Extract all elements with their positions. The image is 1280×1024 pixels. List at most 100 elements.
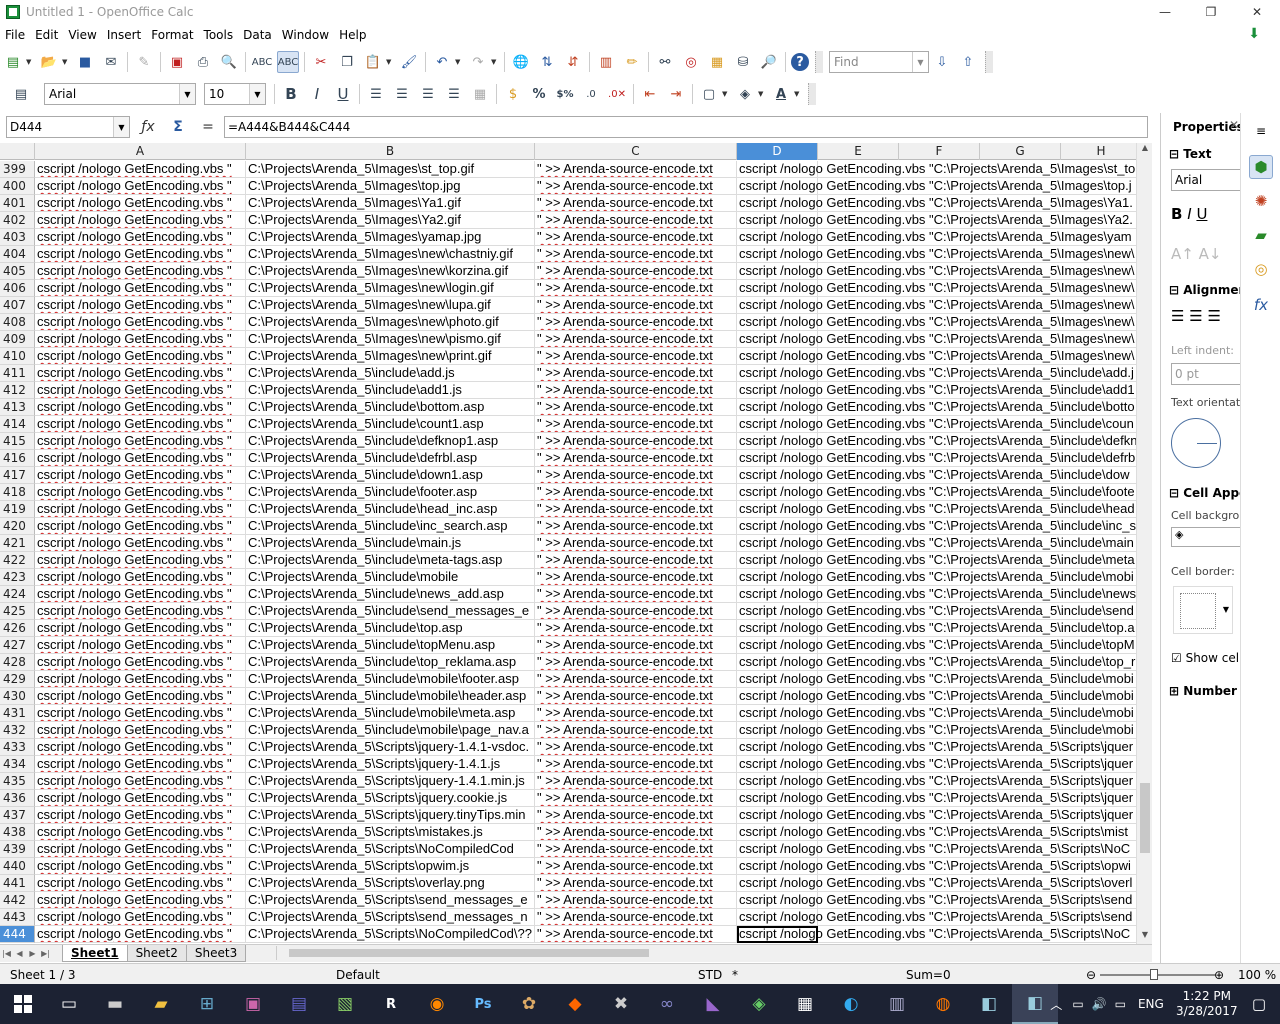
font-name-select[interactable]: Arial ▼ [44, 83, 196, 105]
navigator-icon[interactable]: ◎ [680, 51, 702, 73]
cell-b[interactable]: C:\Projects\Arenda_5\Images\new\chastniy… [246, 246, 535, 263]
cell-d[interactable]: cscript /nologo GetEncoding.vbs "C:\Proj… [737, 518, 1136, 535]
cell-b[interactable]: C:\Projects\Arenda_5\include\add1.js [246, 382, 535, 399]
cell-d[interactable]: cscript /nologo GetEncoding.vbs "C:\Proj… [737, 620, 1135, 637]
row-header[interactable]: 417 [0, 467, 35, 484]
row-header[interactable]: 437 [0, 807, 35, 824]
cell-b[interactable]: C:\Projects\Arenda_5\Scripts\jquery.cook… [246, 790, 535, 807]
link-app-icon[interactable]: ∞ [644, 984, 690, 1024]
cell-b[interactable]: C:\Projects\Arenda_5\Scripts\jquery.tiny… [246, 807, 535, 824]
column-header-a[interactable]: A [35, 143, 246, 160]
cell-b[interactable]: C:\Projects\Arenda_5\include\add.js [246, 365, 535, 382]
new-document-icon[interactable]: ▤ [2, 51, 24, 73]
row-header[interactable]: 439 [0, 841, 35, 858]
sidebar-align-left-icon[interactable]: ☰ [1171, 307, 1184, 325]
cell-a[interactable]: cscript /nologo GetEncoding.vbs " [35, 314, 246, 331]
redo-icon[interactable]: ↷ [467, 51, 489, 73]
column-header-c[interactable]: C [535, 143, 737, 160]
zoom-icon[interactable]: 🔎 [758, 51, 780, 73]
network-app-icon[interactable]: ◐ [828, 984, 874, 1024]
column-header-h[interactable]: H [1061, 143, 1136, 160]
cell-b[interactable]: C:\Projects\Arenda_5\Scripts\send_messag… [246, 909, 535, 926]
cell-b[interactable]: C:\Projects\Arenda_5\include\defknop1.as… [246, 433, 535, 450]
column-header-b[interactable]: B [246, 143, 535, 160]
sidebar-align-center-icon[interactable]: ☰ [1189, 307, 1202, 325]
row-header[interactable]: 400 [0, 178, 35, 195]
sidebar-italic-icon[interactable]: I [1187, 205, 1191, 223]
vertical-scroll-thumb[interactable] [1140, 783, 1150, 853]
cell-d[interactable]: cscript /nologo GetEncoding.vbs "C:\Proj… [737, 501, 1135, 518]
row-header[interactable]: 432 [0, 722, 35, 739]
last-sheet-icon[interactable]: ▶| [39, 949, 52, 958]
cell-background-select[interactable]: ◈ [1171, 527, 1240, 547]
cell-d[interactable]: cscript /nologo GetEncoding.vbs "C:\Proj… [737, 875, 1132, 892]
italic-icon[interactable]: I [306, 83, 328, 105]
cell-b[interactable]: C:\Projects\Arenda_5\include\down1.asp [246, 467, 535, 484]
background-color-icon[interactable]: ◈ [734, 83, 756, 105]
cell-a[interactable]: cscript /nologo GetEncoding.vbs " [35, 824, 246, 841]
cell-c[interactable]: " >> Arenda-source-encode.txt [535, 416, 737, 433]
first-sheet-icon[interactable]: |◀ [0, 949, 13, 958]
cell-a[interactable]: cscript /nologo GetEncoding.vbs " [35, 909, 246, 926]
cell-b[interactable]: C:\Projects\Arenda_5\Images\Ya1.gif [246, 195, 535, 212]
cell-a[interactable]: cscript /nologo GetEncoding.vbs " [35, 433, 246, 450]
cell-a[interactable]: cscript /nologo GetEncoding.vbs " [35, 450, 246, 467]
row-header[interactable]: 428 [0, 654, 35, 671]
cell-b[interactable]: C:\Projects\Arenda_5\include\top.asp [246, 620, 535, 637]
notification-small-icon[interactable]: ▭ [1115, 997, 1126, 1011]
cell-b[interactable]: C:\Projects\Arenda_5\Scripts\jquery-1.4.… [246, 773, 535, 790]
row-header[interactable]: 426 [0, 620, 35, 637]
cell-d[interactable]: cscript /nologo GetEncoding.vbs "C:\Proj… [737, 433, 1136, 450]
green-app-icon[interactable]: ◈ [736, 984, 782, 1024]
row-header[interactable]: 435 [0, 773, 35, 790]
data-sources-icon[interactable]: ⛁ [732, 51, 754, 73]
row-header[interactable]: 444 [0, 926, 35, 943]
underline-icon[interactable]: U [332, 83, 354, 105]
cell-d[interactable]: cscript /nologo GetEncoding.vbs "C:\Proj… [737, 688, 1134, 705]
function-icon[interactable]: = [196, 119, 220, 135]
cell-a[interactable]: cscript /nologo GetEncoding.vbs " [35, 535, 246, 552]
name-box-dropdown-icon[interactable]: ▼ [113, 117, 129, 137]
cell-c[interactable]: " >> Arenda-source-encode.txt [535, 484, 737, 501]
cell-b[interactable]: C:\Projects\Arenda_5\Images\top.jpg [246, 178, 535, 195]
file-explorer-icon[interactable]: ▰ [138, 984, 184, 1024]
cell-d[interactable]: cscript /nologo GetEncoding.vbs "C:\Proj… [737, 552, 1135, 569]
standard-format-icon[interactable]: $% [554, 83, 576, 105]
cell-c[interactable]: " >> Arenda-source-encode.txt [535, 807, 737, 824]
cell-b[interactable]: C:\Projects\Arenda_5\include\mobile\meta… [246, 705, 535, 722]
cell-d[interactable]: cscript /nologo GetEncoding.vbs "C:\Proj… [737, 178, 1132, 195]
cell-d[interactable]: cscript /nologo GetEncoding.vbs "C:\Proj… [737, 314, 1135, 331]
cell-c[interactable]: " >> Arenda-source-encode.txt [535, 858, 737, 875]
find-replace-icon[interactable]: ⚯ [654, 51, 676, 73]
cell-a[interactable]: cscript /nologo GetEncoding.vbs " [35, 790, 246, 807]
cell-c[interactable]: " >> Arenda-source-encode.txt [535, 263, 737, 280]
row-header[interactable]: 404 [0, 246, 35, 263]
cell-c[interactable]: " >> Arenda-source-encode.txt [535, 365, 737, 382]
cell-c[interactable]: " >> Arenda-source-encode.txt [535, 603, 737, 620]
cell-a[interactable]: cscript /nologo GetEncoding.vbs " [35, 756, 246, 773]
decrease-indent-icon[interactable]: ⇤ [639, 83, 661, 105]
cell-a[interactable]: cscript /nologo GetEncoding.vbs " [35, 467, 246, 484]
row-header[interactable]: 419 [0, 501, 35, 518]
chart-icon[interactable]: ▥ [595, 51, 617, 73]
cell-c[interactable]: " >> Arenda-source-encode.txt [535, 229, 737, 246]
menu-format[interactable]: Format [146, 28, 198, 42]
cell-d[interactable]: cscript /nologo GetEncoding.vbs "C:\Proj… [737, 212, 1133, 229]
zoom-in-icon[interactable]: ⊕ [1214, 968, 1224, 982]
cell-d[interactable]: cscript /nologo GetEncoding.vbs "C:\Proj… [737, 263, 1135, 280]
font-color-icon[interactable]: A [770, 83, 792, 105]
cell-d[interactable]: cscript /nologo GetEncoding.vbs "C:\Proj… [737, 416, 1134, 433]
row-header[interactable]: 418 [0, 484, 35, 501]
cell-a[interactable]: cscript /nologo GetEncoding.vbs " [35, 331, 246, 348]
cell-b[interactable]: C:\Projects\Arenda_5\Scripts\overlay.png [246, 875, 535, 892]
cell-c[interactable]: " >> Arenda-source-encode.txt [535, 297, 737, 314]
firefox-app-icon[interactable]: ◍ [920, 984, 966, 1024]
cell-d[interactable]: cscript /nologo GetEncoding.vbs "C:\Proj… [737, 450, 1135, 467]
row-header[interactable]: 433 [0, 739, 35, 756]
cell-b[interactable]: C:\Projects\Arenda_5\include\footer.asp [246, 484, 535, 501]
tray-chevron-icon[interactable]: ︿ [1050, 996, 1062, 1013]
select-all-corner[interactable] [0, 143, 35, 160]
cell-d[interactable]: cscript /nologo GetEncoding.vbs "C:\Proj… [737, 586, 1136, 603]
cell-b[interactable]: C:\Projects\Arenda_5\include\count1.asp [246, 416, 535, 433]
borders-dropdown-icon[interactable]: ▼ [722, 90, 730, 98]
